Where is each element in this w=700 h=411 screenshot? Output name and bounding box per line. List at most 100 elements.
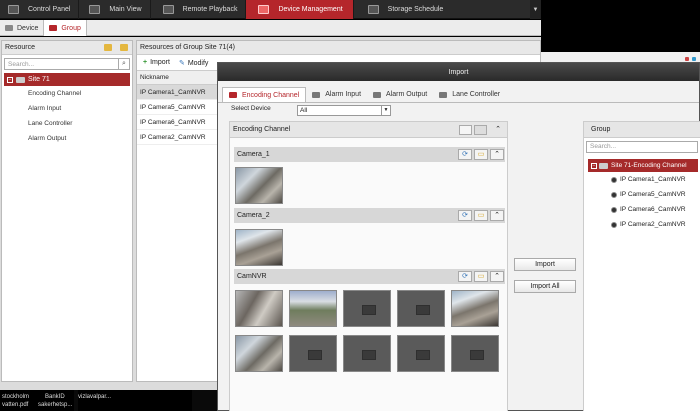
select-device-dropdown[interactable]: All ▼	[297, 105, 391, 116]
nav-storage-schedule[interactable]: Storage Schedule	[354, 0, 452, 19]
tab-alarm-input[interactable]: Alarm Input	[306, 87, 367, 102]
collapse-all-icon[interactable]: ⌃	[493, 125, 503, 135]
collapse-icon[interactable]: −	[591, 162, 597, 169]
thumbnail-view-icon[interactable]	[474, 124, 487, 135]
tree-item-label: Alarm Output	[28, 135, 67, 142]
nav-device-management-label: Device Management	[278, 6, 343, 13]
camera-thumbnail[interactable]	[235, 229, 283, 266]
add-group-icon[interactable]	[104, 44, 112, 51]
group-tree-item[interactable]: IP Camera6_CamNVR	[584, 202, 700, 217]
camera-thumbnail-offline[interactable]	[397, 290, 445, 327]
camera-thumbnail-offline[interactable]	[451, 335, 499, 372]
camera-thumbnail[interactable]	[289, 290, 337, 327]
list-view-icon[interactable]	[459, 124, 472, 135]
collapse-icon[interactable]: −	[7, 76, 13, 83]
group-tree-item[interactable]: IP Camera1_CamNVR	[584, 172, 700, 187]
encoding-channel-panel: Encoding Channel ⌃ Camera_1 ⟳ ▭ ⌃ Camera_2…	[229, 121, 508, 411]
nav-control-panel[interactable]: Control Panel	[0, 0, 80, 19]
collapse-icon[interactable]: ⌃	[490, 210, 504, 221]
tree-site[interactable]: − Site 71	[4, 73, 130, 86]
tree-item-lane-controller[interactable]: Lane Controller	[2, 116, 132, 131]
tab-lane-controller[interactable]: Lane Controller	[433, 87, 506, 102]
table-cell: IP Camera2_CamNVR	[140, 133, 206, 141]
tab-device[interactable]: Device	[0, 20, 43, 36]
tab-alarm-output[interactable]: Alarm Output	[367, 87, 433, 102]
tree-site-label: Site 71	[28, 76, 50, 83]
chevron-down-icon[interactable]: ▼	[381, 106, 390, 115]
nav-remote-playback[interactable]: Remote Playback	[151, 0, 247, 19]
search-icon[interactable]: ⌕	[118, 59, 129, 69]
camera-icon	[611, 176, 617, 183]
camera-thumbnail[interactable]	[235, 335, 283, 372]
folder-icon[interactable]: ▭	[474, 210, 488, 221]
tab-group[interactable]: Group	[43, 20, 87, 36]
device-management-icon	[258, 5, 270, 14]
background-red-icon	[685, 56, 689, 61]
group-item-label: IP Camera6_CamNVR	[620, 206, 686, 213]
encoding-channel-title: Encoding Channel	[233, 126, 291, 133]
import-button[interactable]: Import	[514, 258, 576, 271]
nav-main-view[interactable]: Main View	[79, 0, 151, 19]
table-cell: IP Camera6_CamNVR	[140, 118, 206, 126]
tab-group-label: Group	[61, 24, 81, 32]
group-search-placeholder: Search...	[590, 143, 617, 150]
group-resources-header: Resources of Group Site 71(4)	[137, 41, 540, 55]
camera-thumbnail-offline[interactable]	[343, 290, 391, 327]
camera-thumbnail[interactable]	[451, 290, 499, 327]
folder-icon	[599, 162, 608, 169]
import-button[interactable]: + Import	[143, 59, 170, 66]
remote-playback-icon	[162, 5, 174, 14]
taskbar-label: sakerhetsp...	[38, 402, 73, 408]
nav-dropdown-icon[interactable]: ▼	[530, 0, 541, 19]
device-bar-camera-2[interactable]: Camera_2 ⟳ ▭ ⌃	[234, 208, 505, 223]
main-view-icon	[89, 5, 101, 14]
refresh-icon[interactable]: ⟳	[458, 149, 472, 160]
tree-item-encoding-channel[interactable]: Encoding Channel	[2, 86, 132, 101]
camera-thumbnail-offline[interactable]	[343, 335, 391, 372]
tree-item-alarm-input[interactable]: Alarm Input	[2, 101, 132, 116]
refresh-icon[interactable]: ⟳	[458, 271, 472, 282]
background-window	[541, 0, 700, 52]
modify-button[interactable]: ✎ Modify	[179, 59, 209, 67]
tree-item-alarm-output[interactable]: Alarm Output	[2, 131, 132, 146]
folder-icon	[16, 76, 25, 83]
import-all-button-label: Import All	[530, 283, 560, 290]
camera-thumbnail-offline[interactable]	[289, 335, 337, 372]
group-icon	[49, 25, 58, 31]
sub-tabs: Device Group	[0, 20, 541, 36]
import-button-label: Import	[150, 59, 170, 66]
group-tree-item[interactable]: IP Camera2_CamNVR	[584, 217, 700, 232]
camera-thumbnail[interactable]	[235, 167, 283, 204]
camera-thumbnail-offline[interactable]	[397, 335, 445, 372]
tab-encoding-channel[interactable]: Encoding Channel	[222, 87, 307, 102]
import-all-button[interactable]: Import All	[514, 280, 576, 293]
device-bar-camera-1[interactable]: Camera_1 ⟳ ▭ ⌃	[234, 147, 505, 162]
group-item-label: IP Camera2_CamNVR	[620, 221, 686, 228]
group-tree-site[interactable]: − Site 71-Encoding Channel	[588, 159, 698, 172]
dialog-title-bar[interactable]: Import	[218, 63, 699, 81]
group-item-label: IP Camera5_CamNVR	[620, 191, 686, 198]
refresh-icon[interactable]: ⟳	[458, 210, 472, 221]
top-navigation: Control Panel Main View Remote Playback …	[0, 0, 541, 19]
collapse-icon[interactable]: ⌃	[490, 271, 504, 282]
plus-icon: +	[143, 59, 148, 66]
device-bar-camnvr[interactable]: CamNVR ⟳ ▭ ⌃	[234, 269, 505, 284]
group-tree-item[interactable]: IP Camera5_CamNVR	[584, 187, 700, 202]
resource-header: Resource	[2, 41, 132, 55]
collapse-icon[interactable]: ⌃	[490, 149, 504, 160]
delete-group-icon[interactable]	[120, 44, 128, 51]
taskbar-label: BankID	[45, 394, 65, 400]
app-window: Control Panel Main View Remote Playback …	[0, 0, 700, 411]
select-device-label: Select Device	[231, 105, 271, 112]
taskbar-label: vatten.pdf	[2, 402, 29, 408]
nav-device-management[interactable]: Device Management	[246, 0, 354, 19]
group-search-input[interactable]: Search...	[586, 141, 698, 153]
resource-search-input[interactable]: Search... ⌕	[4, 58, 130, 70]
alarm-output-icon	[373, 91, 382, 98]
background-blue-icon	[692, 56, 696, 61]
column-header-label: Nickname	[140, 74, 169, 81]
camera-thumbnail[interactable]	[235, 290, 283, 327]
folder-icon[interactable]: ▭	[474, 149, 488, 160]
folder-icon[interactable]: ▭	[474, 271, 488, 282]
taskbar-label: vizlavalpar...	[78, 394, 112, 400]
